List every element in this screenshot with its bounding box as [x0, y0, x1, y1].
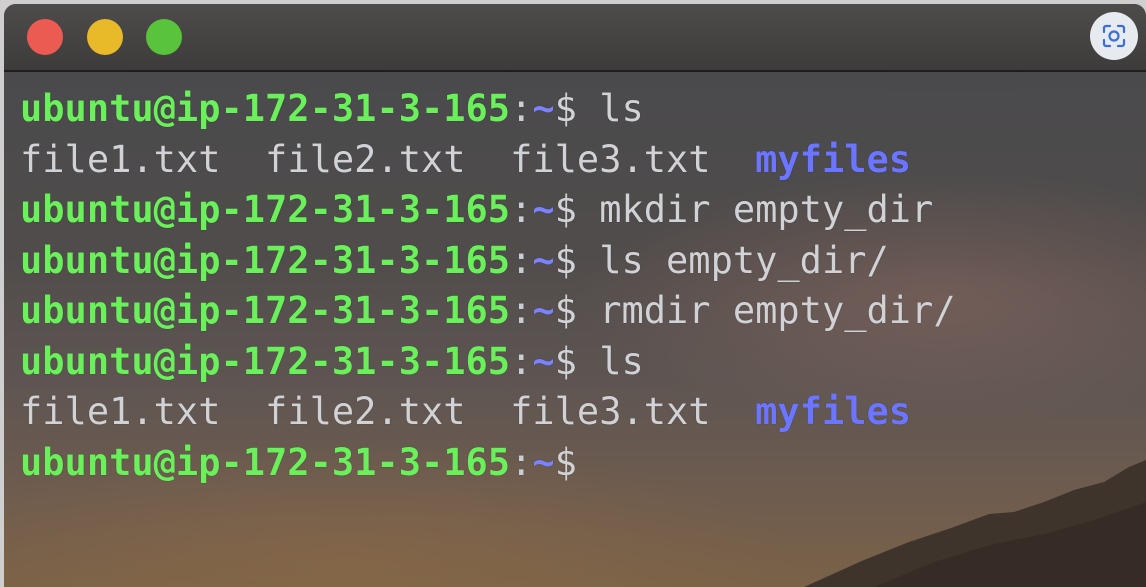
prompt-user-host: ubuntu@ip-172-31-3-165: [20, 87, 511, 130]
prompt-separator: :: [510, 188, 533, 231]
prompt-path: ~: [532, 440, 555, 484]
close-button[interactable]: [27, 19, 63, 55]
file-entry: file2.txt: [265, 137, 466, 181]
prompt-path: ~: [532, 238, 555, 282]
terminal-prompt-line: ubuntu@ip-172-31-3-165:~$ ls: [20, 84, 956, 135]
terminal-window: ubuntu@ip-172-31-3-165:~$ ls file1.txt fi…: [4, 4, 1146, 587]
title-bar: [4, 4, 1146, 72]
prompt-path: ~: [532, 188, 555, 231]
command-text: ls empty_dir/: [576, 238, 889, 282]
command-text: mkdir empty_dir: [576, 188, 934, 231]
file-entry: file2.txt: [265, 390, 466, 433]
file-entry: file3.txt: [510, 137, 711, 181]
prompt-dollar: $: [554, 238, 577, 282]
directory-entry: myfiles: [755, 390, 912, 433]
zoom-button[interactable]: [146, 19, 182, 55]
screen-capture-button[interactable]: [1090, 12, 1138, 60]
prompt-separator: :: [510, 339, 533, 383]
command-text: rmdir empty_dir/: [576, 289, 956, 332]
terminal-prompt-line: ubuntu@ip-172-31-3-165:~$ rmdir empty_di…: [20, 286, 956, 337]
prompt-user-host: ubuntu@ip-172-31-3-165: [20, 289, 511, 332]
prompt-path: ~: [532, 289, 555, 332]
prompt-path: ~: [532, 339, 555, 383]
prompt-dollar: $: [554, 289, 577, 332]
prompt-path: ~: [532, 87, 555, 130]
prompt-separator: :: [510, 289, 533, 332]
prompt-separator: :: [510, 238, 533, 282]
file-entry: file1.txt: [20, 137, 221, 181]
terminal-prompt-line: ubuntu@ip-172-31-3-165:~$ mkdir empty_di…: [20, 185, 956, 236]
prompt-dollar: $: [554, 188, 577, 231]
terminal-output: ubuntu@ip-172-31-3-165:~$ ls file1.txt fi…: [20, 84, 956, 488]
terminal-output-line: file1.txt file2.txt file3.txt myfiles: [20, 135, 956, 186]
screen-capture-icon: [1102, 24, 1126, 48]
terminal-content[interactable]: ubuntu@ip-172-31-3-165:~$ ls file1.txt fi…: [4, 72, 1146, 587]
prompt-user-host: ubuntu@ip-172-31-3-165: [20, 440, 511, 484]
minimize-button[interactable]: [87, 19, 123, 55]
prompt-separator: :: [510, 440, 533, 484]
prompt-separator: :: [510, 87, 533, 130]
terminal-prompt-line: ubuntu@ip-172-31-3-165:~$ ls: [20, 337, 956, 388]
prompt-user-host: ubuntu@ip-172-31-3-165: [20, 238, 511, 282]
terminal-output-line: file1.txt file2.txt file3.txt myfiles: [20, 387, 956, 438]
prompt-user-host: ubuntu@ip-172-31-3-165: [20, 188, 511, 231]
prompt-dollar: $: [554, 87, 577, 130]
command-text: ls: [576, 339, 644, 383]
prompt-dollar: $: [554, 339, 577, 383]
directory-entry: myfiles: [755, 137, 912, 181]
prompt-user-host: ubuntu@ip-172-31-3-165: [20, 339, 511, 383]
file-entry: file3.txt: [510, 390, 711, 433]
prompt-dollar: $: [554, 440, 577, 484]
file-entry: file1.txt: [20, 390, 221, 433]
terminal-prompt-line: ubuntu@ip-172-31-3-165:~$ ls empty_dir/: [20, 236, 956, 287]
terminal-prompt-line: ubuntu@ip-172-31-3-165:~$: [20, 438, 956, 489]
command-text: ls: [576, 87, 644, 130]
